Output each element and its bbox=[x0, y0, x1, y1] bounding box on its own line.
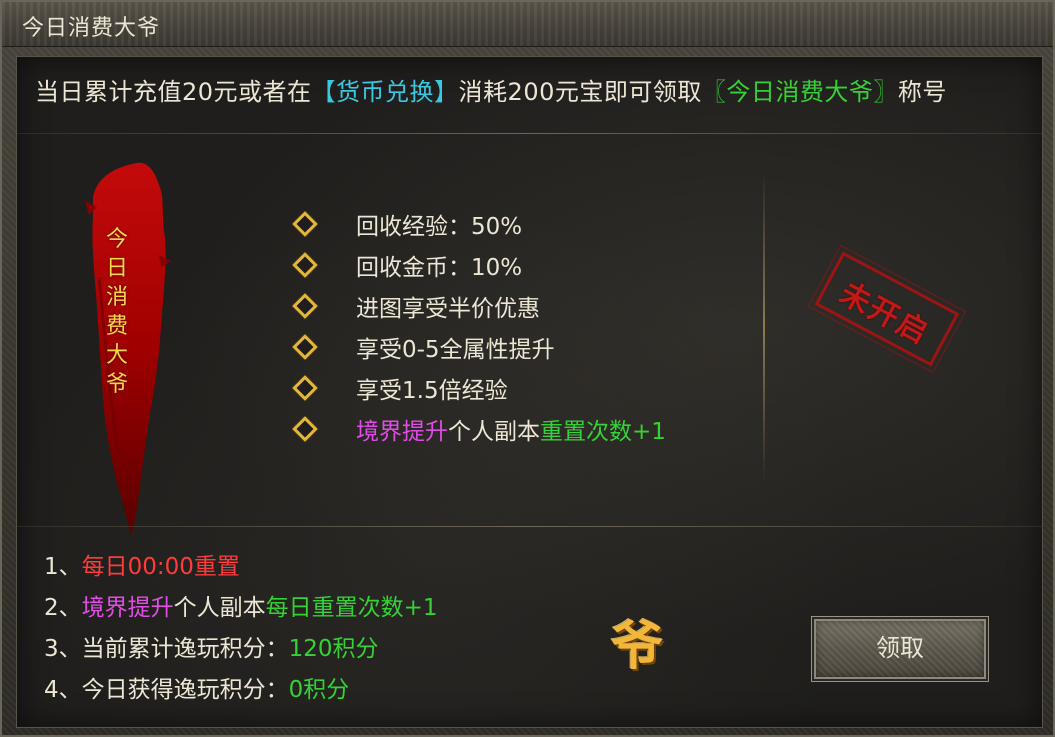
title-name: 〖今日消费大爷〗 bbox=[701, 78, 898, 106]
dungeon-text: 个人副本 bbox=[173, 595, 266, 621]
perk-item: 回收金币：10% bbox=[292, 248, 762, 288]
intro-text-2: 消耗200元宝即可领取 bbox=[458, 78, 702, 106]
intro-line: 当日累计充值20元或者在【货币兑换】消耗200元宝即可领取〖今日消费大爷〗称号 bbox=[35, 72, 1035, 108]
intro-text-1: 当日累计充值20元或者在 bbox=[35, 78, 312, 106]
perk-text: 享受1.5倍经验 bbox=[356, 378, 508, 404]
realm-upgrade-text: 境界提升 bbox=[356, 419, 448, 445]
banner-char: 日 bbox=[105, 256, 128, 281]
top-divider bbox=[17, 133, 1042, 134]
note-number: 2、 bbox=[44, 595, 82, 621]
perk-item: 进图享受半价优惠 bbox=[292, 289, 762, 329]
content-panel: 当日累计充值20元或者在【货币兑换】消耗200元宝即可领取〖今日消费大爷〗称号 bbox=[16, 56, 1043, 728]
diamond-bullet-icon bbox=[292, 293, 318, 319]
perk-item: 享受1.5倍经验 bbox=[292, 371, 762, 411]
perk-item: 回收经验：50% bbox=[292, 207, 762, 247]
note-item: 4、今日获得逸玩积分：0积分 bbox=[44, 670, 349, 704]
points-label: 今日获得逸玩积分： bbox=[81, 677, 289, 703]
points-label: 当前累计逸玩积分： bbox=[81, 636, 289, 662]
diamond-bullet-icon bbox=[292, 375, 318, 401]
diamond-bullet-icon bbox=[292, 334, 318, 360]
banner-char: 消 bbox=[105, 285, 128, 310]
title-banner: 今 日 消 费 大 爷 bbox=[75, 157, 175, 537]
note-item: 1、每日00:00重置 bbox=[44, 547, 240, 581]
intro-text-3: 称号 bbox=[897, 78, 947, 106]
perk-text: 回收金币：10% bbox=[356, 255, 523, 281]
perk-text: 回收经验：50% bbox=[356, 214, 523, 240]
banner-char: 爷 bbox=[105, 372, 128, 397]
claim-button[interactable]: 领取 bbox=[812, 617, 988, 681]
realm-upgrade-text: 境界提升 bbox=[81, 595, 174, 621]
perk-text: 境界提升个人副本重置次数+1 bbox=[356, 412, 666, 446]
diamond-bullet-icon bbox=[292, 252, 318, 278]
daily-reset-text: 每日重置次数+1 bbox=[265, 595, 438, 621]
vertical-divider bbox=[763, 172, 765, 482]
diamond-bullet-icon bbox=[292, 416, 318, 442]
bottom-divider bbox=[17, 526, 1042, 527]
reset-count-text: 重置次数+1 bbox=[540, 419, 666, 445]
note-number: 4、 bbox=[44, 677, 82, 703]
perk-text: 享受0-5全属性提升 bbox=[356, 337, 555, 363]
perk-text: 进图享受半价优惠 bbox=[356, 296, 540, 322]
window-title: 今日消费大爷 bbox=[22, 16, 161, 41]
currency-exchange-link[interactable]: 【货币兑换】 bbox=[312, 78, 459, 106]
banner-char: 今 bbox=[105, 227, 128, 252]
note-number: 3、 bbox=[44, 636, 82, 662]
cumulative-points-value: 120积分 bbox=[288, 636, 379, 662]
today-points-value: 0积分 bbox=[288, 677, 350, 703]
dungeon-text: 个人副本 bbox=[448, 419, 540, 445]
ye-title-icon: 爷 bbox=[610, 616, 663, 677]
banner-char: 费 bbox=[105, 314, 128, 339]
note-item: 3、当前累计逸玩积分：120积分 bbox=[44, 629, 379, 663]
diamond-bullet-icon bbox=[292, 211, 318, 237]
not-open-stamp: 未开启 bbox=[800, 241, 967, 399]
note-item: 2、境界提升个人副本每日重置次数+1 bbox=[44, 588, 438, 622]
event-window: 今日消费大爷 当日累计充值20元或者在【货币兑换】消耗200元宝即可领取〖今日消… bbox=[0, 0, 1055, 737]
note-text: 每日00:00重置 bbox=[81, 554, 240, 580]
perk-item: 境界提升个人副本重置次数+1 bbox=[292, 412, 762, 452]
banner-text: 今 日 消 费 大 爷 bbox=[97, 225, 137, 399]
banner-char: 大 bbox=[105, 343, 128, 368]
title-bar[interactable]: 今日消费大爷 bbox=[2, 2, 1053, 47]
perk-item: 享受0-5全属性提升 bbox=[292, 330, 762, 370]
note-number: 1、 bbox=[44, 554, 82, 580]
